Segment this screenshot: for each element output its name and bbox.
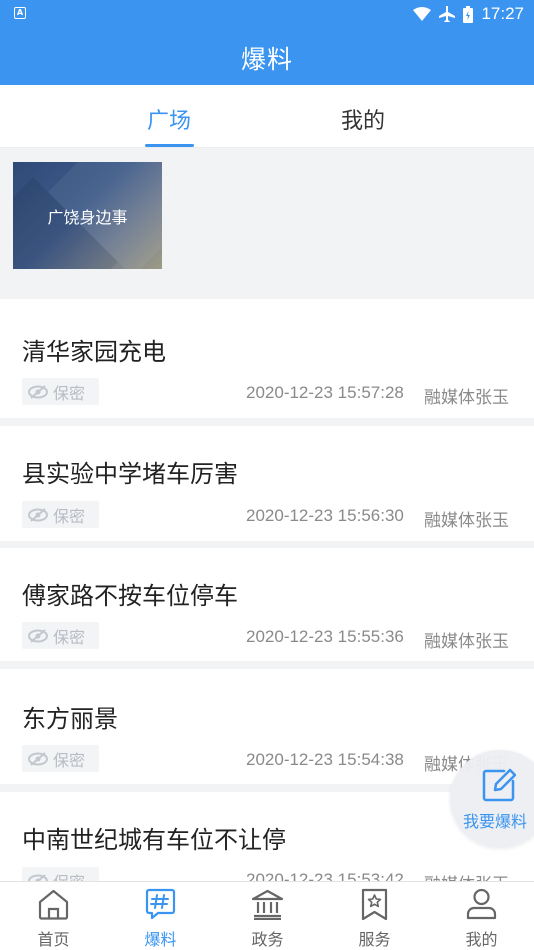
privacy-tag: 保密 bbox=[22, 745, 99, 772]
bookmark-star-icon bbox=[361, 888, 388, 920]
post-title: 县实验中学堵车厉害 bbox=[22, 460, 238, 488]
privacy-tag: 保密 bbox=[22, 501, 99, 528]
fab-label: 我要爆料 bbox=[463, 812, 528, 831]
privacy-label: 保密 bbox=[53, 627, 86, 647]
nav-home[interactable]: 首页 bbox=[0, 882, 107, 950]
post-time: 2020-12-23 15:56:30 bbox=[246, 506, 404, 525]
home-icon bbox=[38, 889, 69, 920]
tab-square[interactable]: 广场 bbox=[147, 103, 191, 135]
tab-bar: 广场 我的 bbox=[0, 85, 534, 148]
hashtag-icon bbox=[145, 888, 176, 920]
airplane-icon bbox=[439, 6, 456, 22]
privacy-label: 保密 bbox=[53, 506, 86, 526]
list-item[interactable]: 县实验中学堵车厉害 保密 2020-12-23 15:56:30 融媒体张玉 bbox=[0, 426, 534, 541]
notification-indicator: A bbox=[14, 7, 26, 19]
bottom-nav: 首页 爆料 政务 服务 我的 bbox=[0, 881, 534, 950]
post-author: 融媒体张玉 bbox=[424, 388, 509, 408]
privacy-tag: 保密 bbox=[22, 622, 99, 649]
post-author: 融媒体张玉 bbox=[424, 511, 509, 531]
post-title: 中南世纪城有车位不让停 bbox=[22, 826, 286, 854]
post-time: 2020-12-23 15:55:36 bbox=[246, 627, 404, 646]
eye-hidden-icon bbox=[28, 751, 48, 766]
nav-label: 服务 bbox=[358, 930, 391, 949]
post-title: 东方丽景 bbox=[22, 705, 118, 733]
post-time: 2020-12-23 15:57:28 bbox=[246, 383, 404, 402]
post-author: 融媒体张玉 bbox=[424, 632, 509, 652]
app-header: A 17:27 爆料 bbox=[0, 0, 534, 85]
privacy-label: 保密 bbox=[53, 750, 86, 770]
wifi-icon bbox=[413, 7, 432, 21]
eye-hidden-icon bbox=[28, 628, 48, 643]
post-time: 2020-12-23 15:54:38 bbox=[246, 750, 404, 769]
nav-label: 爆料 bbox=[144, 930, 177, 949]
list-item[interactable]: 东方丽景 保密 2020-12-23 15:54:38 融媒体张玉 bbox=[0, 669, 534, 784]
user-icon bbox=[466, 888, 497, 920]
edit-icon bbox=[482, 768, 516, 802]
post-title: 傅家路不按车位停车 bbox=[22, 582, 238, 610]
page-title: 爆料 bbox=[240, 45, 293, 74]
government-icon bbox=[251, 889, 284, 920]
category-card[interactable]: 广饶身边事 bbox=[13, 162, 162, 269]
nav-services[interactable]: 服务 bbox=[321, 882, 428, 950]
list-item[interactable]: 傅家路不按车位停车 保密 2020-12-23 15:55:36 融媒体张玉 bbox=[0, 548, 534, 661]
category-label: 广饶身边事 bbox=[47, 208, 128, 227]
nav-mine[interactable]: 我的 bbox=[428, 882, 534, 950]
nav-government[interactable]: 政务 bbox=[214, 882, 321, 950]
battery-icon bbox=[463, 5, 474, 23]
privacy-label: 保密 bbox=[53, 383, 86, 403]
post-title: 清华家园充电 bbox=[22, 338, 166, 366]
nav-label: 我的 bbox=[465, 930, 498, 949]
nav-report[interactable]: 爆料 bbox=[107, 882, 214, 950]
clock: 17:27 bbox=[481, 4, 524, 23]
privacy-tag: 保密 bbox=[22, 378, 99, 405]
status-bar: A 17:27 bbox=[0, 0, 534, 30]
nav-label: 首页 bbox=[37, 930, 70, 949]
active-tab-indicator bbox=[145, 144, 194, 147]
tab-mine[interactable]: 我的 bbox=[341, 103, 385, 135]
list-item[interactable]: 清华家园充电 保密 2020-12-23 15:57:28 融媒体张玉 bbox=[0, 299, 534, 418]
eye-hidden-icon bbox=[28, 384, 48, 399]
eye-hidden-icon bbox=[28, 507, 48, 522]
nav-label: 政务 bbox=[251, 930, 284, 949]
category-section: 广饶身边事 bbox=[0, 149, 534, 282]
